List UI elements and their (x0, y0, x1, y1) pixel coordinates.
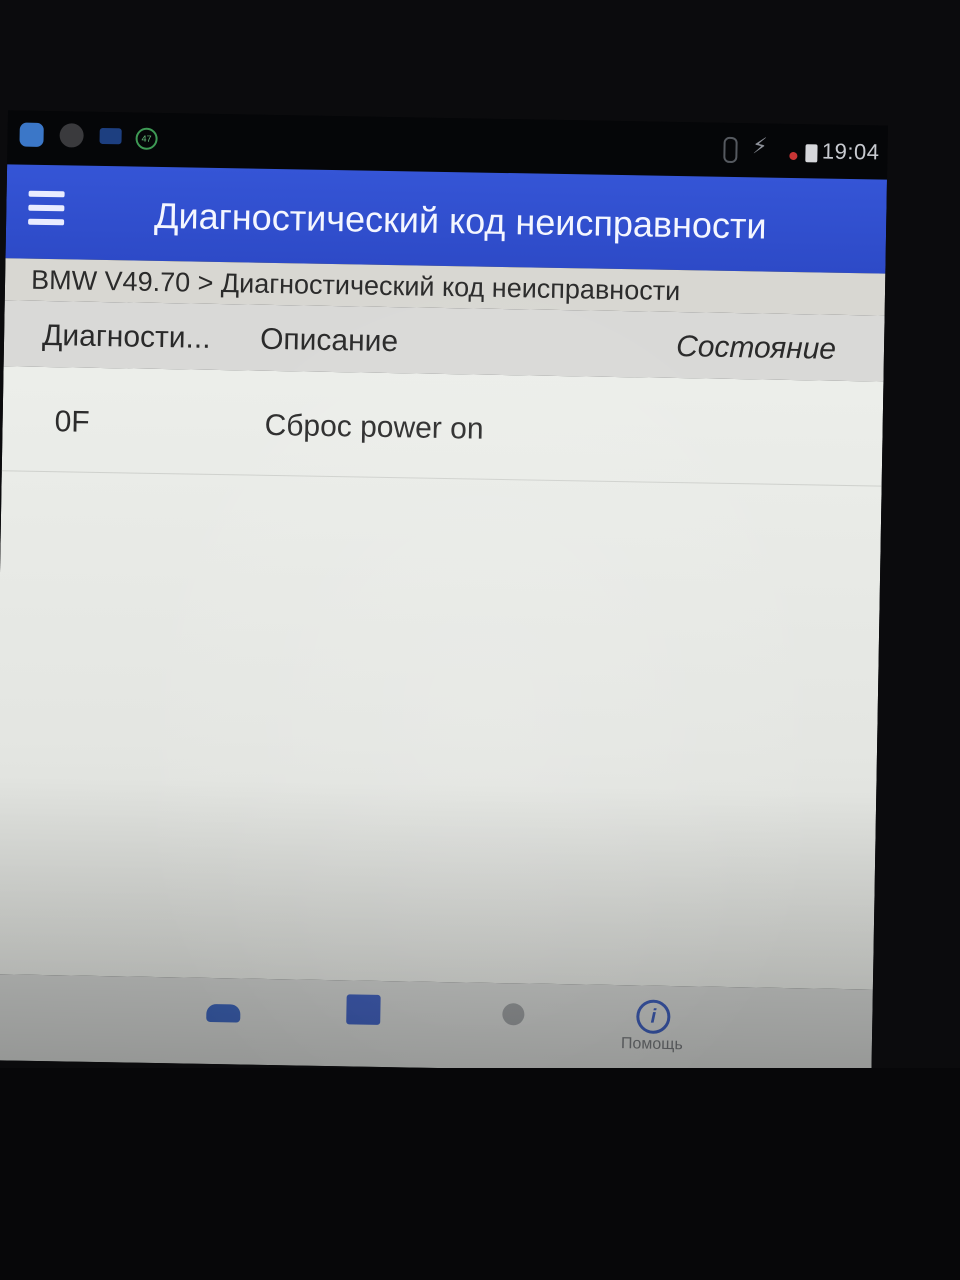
gear-icon (502, 1003, 525, 1026)
column-header-state[interactable]: Состояние (676, 330, 836, 367)
app-bar: Диагностический код неисправности (5, 164, 887, 274)
car-icon (206, 1003, 241, 1023)
table-body: 0F Сброс power on (0, 366, 884, 990)
report-icon (346, 994, 381, 1025)
bottom-nav: i Помощь (0, 974, 873, 1076)
badge-47-icon: 47 (135, 127, 158, 150)
app-icon (19, 122, 44, 147)
page-title: Диагностический код неисправности (153, 194, 767, 247)
face-icon (59, 123, 84, 148)
info-icon: i (636, 999, 671, 1035)
battery-icon (805, 144, 818, 163)
record-icon (789, 151, 798, 161)
nav-vehicle-button[interactable] (162, 983, 283, 1059)
table-row[interactable]: 0F Сброс power on (1, 366, 884, 487)
device-bezel (0, 1068, 960, 1280)
cell-description: Сброс power on (264, 408, 484, 446)
column-header-description[interactable]: Описание (260, 323, 399, 359)
nav-settings-label (452, 1032, 572, 1034)
nav-vehicle-label (162, 1027, 282, 1029)
cell-code: 0F (54, 405, 90, 439)
column-header-code[interactable]: Диагности... (42, 319, 211, 356)
mute-icon: ⚡ (751, 133, 768, 159)
status-time: 19:04 (821, 138, 880, 165)
nav-report-label (302, 1030, 422, 1032)
nav-settings-button[interactable] (452, 988, 573, 1064)
device-screen: 47 ⚡ 19:04 Диагностический код неисправн… (0, 110, 888, 1076)
bluetooth-icon (723, 136, 738, 164)
nav-report-button[interactable] (302, 986, 423, 1062)
mail-icon (99, 127, 122, 145)
nav-help-label: Помощь (620, 1035, 683, 1054)
nav-help-button[interactable]: i Помощь (592, 991, 713, 1067)
hamburger-menu-icon[interactable] (28, 190, 69, 228)
